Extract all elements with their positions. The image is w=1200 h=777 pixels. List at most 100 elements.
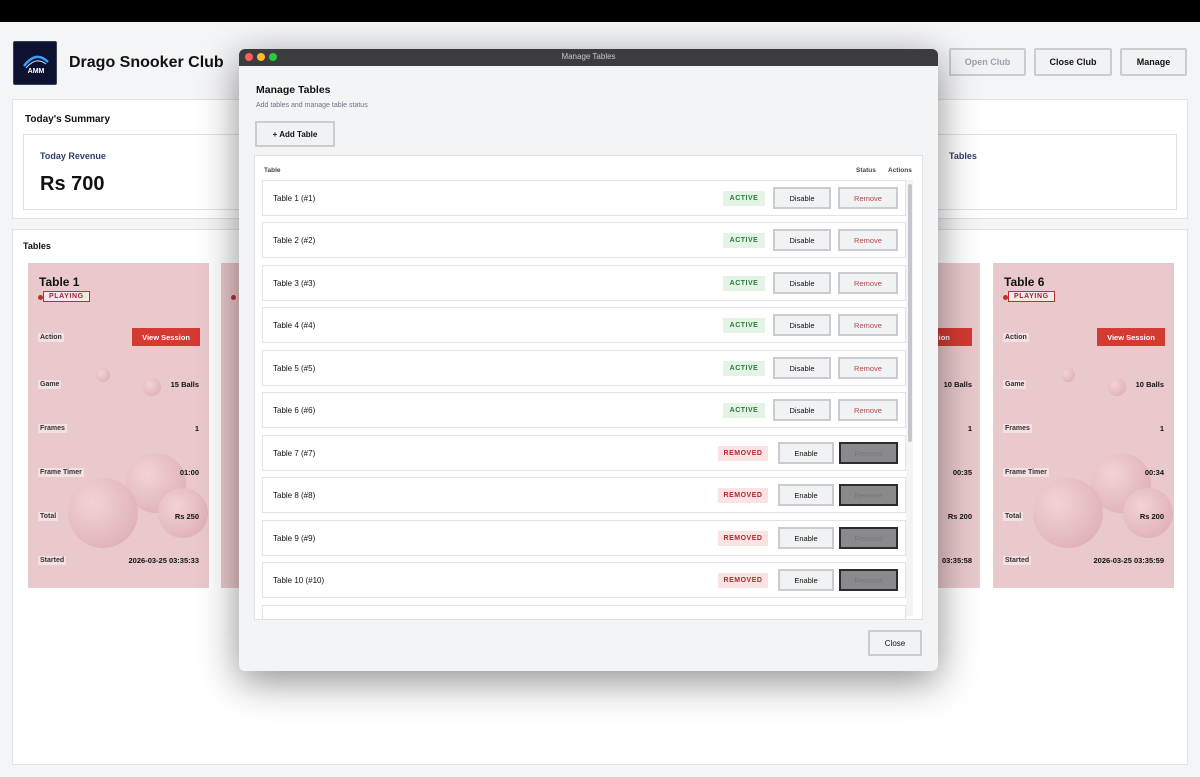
disable-button[interactable]: Disable	[773, 187, 831, 209]
timer-row: Frame Timer 00:34	[1003, 465, 1164, 479]
manage-tables-dialog: Manage Tables Manage Tables Add tables a…	[239, 49, 938, 671]
table-row: Table 4 (#4) ACTIVE Disable Remove	[262, 307, 906, 343]
table-row	[262, 605, 906, 619]
action-label: Action	[1003, 332, 1029, 342]
row-status-badge: ACTIVE	[723, 233, 765, 248]
game-value: 10 Balls	[1135, 379, 1164, 389]
started-row: Started 2026-03-25 03:35:59	[1003, 553, 1164, 567]
timer-value: 00:35	[952, 467, 972, 477]
enable-button[interactable]: Enable	[778, 569, 834, 591]
row-status-badge: ACTIVE	[723, 361, 765, 376]
remove-button[interactable]: Remove	[838, 357, 898, 379]
open-club-button[interactable]: Open Club	[949, 48, 1026, 76]
row-table-name: Table 1 (#1)	[273, 194, 316, 203]
remove-button[interactable]: Remove	[838, 229, 898, 251]
game-row: Game 10 Balls	[1003, 377, 1164, 391]
action-label: Action	[38, 332, 64, 342]
enable-button[interactable]: Enable	[778, 484, 834, 506]
close-club-button[interactable]: Close Club	[1034, 48, 1112, 76]
dialog-heading: Manage Tables	[256, 84, 331, 96]
game-row: Game 15 Balls	[38, 377, 199, 391]
logo-text: AMM	[28, 68, 45, 75]
row-table-name: Table 4 (#4)	[273, 321, 316, 330]
frames-label: Frames	[38, 423, 67, 433]
row-table-name: Table 3 (#3)	[273, 279, 316, 288]
manage-button[interactable]: Manage	[1120, 48, 1187, 76]
total-label: Total	[1003, 511, 1024, 521]
started-row: Started 2026-03-25 03:35:33	[38, 553, 199, 567]
add-table-button[interactable]: + Add Table	[255, 121, 335, 147]
row-status-badge: REMOVED	[718, 531, 768, 546]
view-session-button[interactable]: View Session	[1097, 328, 1165, 346]
frames-label: Frames	[1003, 423, 1032, 433]
summary-title: Today's Summary	[25, 114, 110, 125]
scrollbar-thumb[interactable]	[908, 184, 912, 442]
dialog-close-button[interactable]: Close	[868, 630, 922, 656]
remove-button[interactable]: Remove	[839, 569, 898, 591]
action-row: Action	[1003, 330, 1084, 344]
game-label: Game	[38, 379, 62, 389]
remove-button[interactable]: Remove	[839, 484, 898, 506]
game-value: 10 Balls	[943, 379, 972, 389]
started-value: 03:35:58	[941, 555, 972, 565]
tables-section-title: Tables	[23, 241, 51, 251]
table-row: Table 8 (#8) REMOVED Enable Remove	[262, 477, 906, 513]
status-badge: PLAYING	[1008, 291, 1055, 302]
table-card[interactable]: Table 1 PLAYING Action View Session Game…	[28, 263, 209, 588]
enable-button[interactable]: Enable	[778, 442, 834, 464]
disable-button[interactable]: Disable	[773, 314, 831, 336]
remove-button[interactable]: Remove	[838, 314, 898, 336]
row-table-name: Table 9 (#9)	[273, 534, 316, 543]
table-card-name: Table 6	[1004, 275, 1045, 289]
timer-label: Frame Timer	[1003, 467, 1049, 477]
frames-row: Frames 1	[1003, 421, 1164, 435]
game-label: Game	[1003, 379, 1027, 389]
status-badge: PLAYING	[43, 291, 90, 302]
frames-value: 1	[194, 423, 199, 433]
remove-button[interactable]: Remove	[838, 187, 898, 209]
row-status-badge: ACTIVE	[723, 191, 765, 206]
dialog-subtitle: Add tables and manage table status	[256, 102, 368, 109]
started-value: 2026-03-25 03:35:59	[1093, 555, 1164, 565]
disable-button[interactable]: Disable	[773, 272, 831, 294]
table-card[interactable]: Table 6 PLAYING Action View Session Game…	[993, 263, 1174, 588]
total-value: Rs 200	[947, 511, 972, 521]
remove-button[interactable]: Remove	[838, 399, 898, 421]
timer-value: 00:34	[1144, 467, 1164, 477]
summary-tables-label: Tables	[949, 151, 977, 161]
top-bar	[0, 0, 1200, 22]
column-header-table: Table	[264, 167, 281, 174]
table-row: Table 1 (#1) ACTIVE Disable Remove	[262, 180, 906, 216]
revenue-label: Today Revenue	[40, 151, 106, 161]
row-table-name: Table 8 (#8)	[273, 491, 316, 500]
frames-row: Frames 1	[38, 421, 199, 435]
revenue-value: Rs 700	[40, 173, 105, 195]
view-session-button[interactable]: View Session	[132, 328, 200, 346]
row-table-name: Table 5 (#5)	[273, 364, 316, 373]
row-status-badge: REMOVED	[718, 446, 768, 461]
disable-button[interactable]: Disable	[773, 399, 831, 421]
action-row: Action	[38, 330, 119, 344]
enable-button[interactable]: Enable	[778, 527, 834, 549]
table-row: Table 7 (#7) REMOVED Enable Remove	[262, 435, 906, 471]
disable-button[interactable]: Disable	[773, 229, 831, 251]
tables-list: Table Status Actions Table 1 (#1) ACTIVE D…	[254, 155, 923, 620]
table-card-name: Table 1	[39, 275, 80, 289]
started-value: 2026-03-25 03:35:33	[128, 555, 199, 565]
table-row: Table 2 (#2) ACTIVE Disable Remove	[262, 222, 906, 258]
row-table-name: Table 2 (#2)	[273, 236, 316, 245]
row-status-badge: ACTIVE	[723, 276, 765, 291]
disable-button[interactable]: Disable	[773, 357, 831, 379]
row-status-badge: ACTIVE	[723, 403, 765, 418]
logo-icon: AMM	[14, 42, 56, 84]
column-header-status: Status	[856, 167, 876, 174]
dialog-window-title: Manage Tables	[561, 52, 616, 61]
remove-button[interactable]: Remove	[838, 272, 898, 294]
remove-button[interactable]: Remove	[839, 527, 898, 549]
row-table-name: Table 6 (#6)	[273, 406, 316, 415]
timer-row: Frame Timer 01:00	[38, 465, 199, 479]
remove-button[interactable]: Remove	[839, 442, 898, 464]
frames-value: 1	[967, 423, 972, 433]
dialog-title-bar[interactable]: Manage Tables	[239, 49, 938, 66]
row-status-badge: ACTIVE	[723, 318, 765, 333]
